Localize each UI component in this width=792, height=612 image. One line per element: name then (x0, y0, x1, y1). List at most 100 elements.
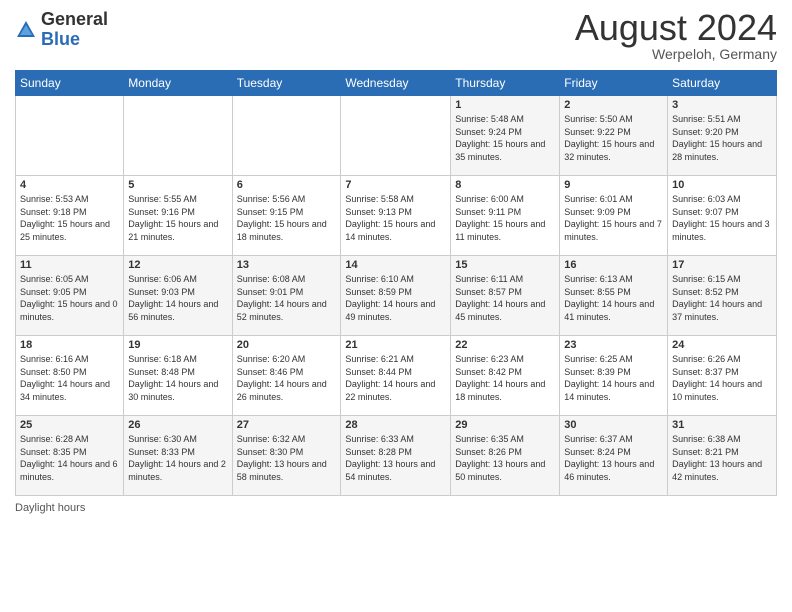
page: General Blue August 2024 Werpeloh, Germa… (0, 0, 792, 612)
day-number: 15 (455, 259, 555, 271)
day-info: Sunrise: 5:56 AM Sunset: 9:15 PM Dayligh… (237, 193, 337, 243)
day-info: Sunrise: 6:00 AM Sunset: 9:11 PM Dayligh… (455, 193, 555, 243)
calendar-cell: 27Sunrise: 6:32 AM Sunset: 8:30 PM Dayli… (232, 416, 341, 496)
day-number: 1 (455, 99, 555, 111)
calendar-cell: 2 Sunrise: 5:50 AM Sunset: 9:22 PM Daylig… (560, 96, 668, 176)
calendar-cell (16, 96, 124, 176)
day-number: 19 (128, 339, 227, 351)
calendar-cell: 11Sunrise: 6:05 AM Sunset: 9:05 PM Dayli… (16, 256, 124, 336)
footer: Daylight hours (15, 502, 777, 514)
day-number: 26 (128, 419, 227, 431)
day-info: Sunrise: 5:51 AM Sunset: 9:20 PM Dayligh… (672, 113, 772, 163)
calendar-cell (232, 96, 341, 176)
calendar-cell (124, 96, 232, 176)
calendar-cell: 31 Sunrise: 6:38 AM Sunset: 8:21 PM Dayli… (668, 416, 777, 496)
calendar-cell: 15 Sunrise: 6:11 AM Sunset: 8:57 PM Dayli… (451, 256, 560, 336)
calendar-table: SundayMondayTuesdayWednesdayThursdayFrid… (15, 70, 777, 496)
calendar-cell: 17 Sunrise: 6:15 AM Sunset: 8:52 PM Dayli… (668, 256, 777, 336)
calendar-header-friday: Friday (560, 71, 668, 96)
day-number: 27 (237, 419, 337, 431)
location: Werpeloh, Germany (575, 46, 777, 62)
calendar-cell: 4Sunrise: 5:53 AM Sunset: 9:18 PM Daylig… (16, 176, 124, 256)
daylight-label: Daylight hours (15, 502, 85, 514)
calendar-cell: 18Sunrise: 6:16 AM Sunset: 8:50 PM Dayli… (16, 336, 124, 416)
day-info: Sunrise: 5:55 AM Sunset: 9:16 PM Dayligh… (128, 193, 227, 243)
day-info: Sunrise: 6:23 AM Sunset: 8:42 PM Dayligh… (455, 353, 555, 403)
calendar-week-row: 4Sunrise: 5:53 AM Sunset: 9:18 PM Daylig… (16, 176, 777, 256)
day-info: Sunrise: 6:11 AM Sunset: 8:57 PM Dayligh… (455, 273, 555, 323)
calendar-cell: 14 Sunrise: 6:10 AM Sunset: 8:59 PM Dayli… (341, 256, 451, 336)
calendar-header-saturday: Saturday (668, 71, 777, 96)
title-block: August 2024 Werpeloh, Germany (575, 10, 777, 62)
day-info: Sunrise: 6:08 AM Sunset: 9:01 PM Dayligh… (237, 273, 337, 323)
day-number: 31 (672, 419, 772, 431)
day-info: Sunrise: 5:48 AM Sunset: 9:24 PM Dayligh… (455, 113, 555, 163)
logo-blue: Blue (41, 29, 80, 49)
calendar-week-row: 18Sunrise: 6:16 AM Sunset: 8:50 PM Dayli… (16, 336, 777, 416)
day-info: Sunrise: 6:20 AM Sunset: 8:46 PM Dayligh… (237, 353, 337, 403)
calendar-cell: 13 Sunrise: 6:08 AM Sunset: 9:01 PM Dayli… (232, 256, 341, 336)
day-info: Sunrise: 6:03 AM Sunset: 9:07 PM Dayligh… (672, 193, 772, 243)
calendar-cell: 12 Sunrise: 6:06 AM Sunset: 9:03 PM Dayli… (124, 256, 232, 336)
day-info: Sunrise: 6:28 AM Sunset: 8:35 PM Dayligh… (20, 433, 119, 483)
calendar-cell: 28Sunrise: 6:33 AM Sunset: 8:28 PM Dayli… (341, 416, 451, 496)
day-info: Sunrise: 6:38 AM Sunset: 8:21 PM Dayligh… (672, 433, 772, 483)
day-info: Sunrise: 6:15 AM Sunset: 8:52 PM Dayligh… (672, 273, 772, 323)
calendar-cell: 26 Sunrise: 6:30 AM Sunset: 8:33 PM Dayli… (124, 416, 232, 496)
logo-general: General (41, 9, 108, 29)
day-info: Sunrise: 6:10 AM Sunset: 8:59 PM Dayligh… (345, 273, 446, 323)
calendar-cell: 1 Sunrise: 5:48 AM Sunset: 9:24 PM Daylig… (451, 96, 560, 176)
calendar-cell: 6 Sunrise: 5:56 AM Sunset: 9:15 PM Daylig… (232, 176, 341, 256)
calendar-cell: 21Sunrise: 6:21 AM Sunset: 8:44 PM Dayli… (341, 336, 451, 416)
day-number: 2 (564, 99, 663, 111)
calendar-cell: 22 Sunrise: 6:23 AM Sunset: 8:42 PM Dayli… (451, 336, 560, 416)
calendar-cell: 25 Sunrise: 6:28 AM Sunset: 8:35 PM Dayli… (16, 416, 124, 496)
day-info: Sunrise: 6:18 AM Sunset: 8:48 PM Dayligh… (128, 353, 227, 403)
day-number: 30 (564, 419, 663, 431)
day-info: Sunrise: 6:01 AM Sunset: 9:09 PM Dayligh… (564, 193, 663, 243)
calendar-header-monday: Monday (124, 71, 232, 96)
day-number: 12 (128, 259, 227, 271)
day-number: 8 (455, 179, 555, 191)
day-info: Sunrise: 6:06 AM Sunset: 9:03 PM Dayligh… (128, 273, 227, 323)
calendar-week-row: 1 Sunrise: 5:48 AM Sunset: 9:24 PM Daylig… (16, 96, 777, 176)
day-info: Sunrise: 5:53 AM Sunset: 9:18 PM Dayligh… (20, 193, 119, 243)
day-number: 29 (455, 419, 555, 431)
calendar-cell: 24 Sunrise: 6:26 AM Sunset: 8:37 PM Dayli… (668, 336, 777, 416)
day-number: 10 (672, 179, 772, 191)
calendar-week-row: 11Sunrise: 6:05 AM Sunset: 9:05 PM Dayli… (16, 256, 777, 336)
day-info: Sunrise: 6:37 AM Sunset: 8:24 PM Dayligh… (564, 433, 663, 483)
logo-icon (15, 19, 37, 41)
day-info: Sunrise: 6:35 AM Sunset: 8:26 PM Dayligh… (455, 433, 555, 483)
day-number: 14 (345, 259, 446, 271)
day-info: Sunrise: 6:26 AM Sunset: 8:37 PM Dayligh… (672, 353, 772, 403)
day-info: Sunrise: 6:13 AM Sunset: 8:55 PM Dayligh… (564, 273, 663, 323)
calendar-cell: 5 Sunrise: 5:55 AM Sunset: 9:16 PM Daylig… (124, 176, 232, 256)
day-number: 18 (20, 339, 119, 351)
day-number: 23 (564, 339, 663, 351)
day-info: Sunrise: 6:21 AM Sunset: 8:44 PM Dayligh… (345, 353, 446, 403)
header: General Blue August 2024 Werpeloh, Germa… (15, 10, 777, 62)
day-number: 22 (455, 339, 555, 351)
calendar-cell: 16Sunrise: 6:13 AM Sunset: 8:55 PM Dayli… (560, 256, 668, 336)
day-info: Sunrise: 5:50 AM Sunset: 9:22 PM Dayligh… (564, 113, 663, 163)
calendar-header-thursday: Thursday (451, 71, 560, 96)
day-info: Sunrise: 6:05 AM Sunset: 9:05 PM Dayligh… (20, 273, 119, 323)
calendar-header-tuesday: Tuesday (232, 71, 341, 96)
day-number: 13 (237, 259, 337, 271)
day-number: 25 (20, 419, 119, 431)
logo-text: General Blue (41, 10, 108, 50)
day-number: 6 (237, 179, 337, 191)
day-number: 24 (672, 339, 772, 351)
calendar-header-wednesday: Wednesday (341, 71, 451, 96)
day-number: 9 (564, 179, 663, 191)
calendar-cell: 10 Sunrise: 6:03 AM Sunset: 9:07 PM Dayli… (668, 176, 777, 256)
day-info: Sunrise: 5:58 AM Sunset: 9:13 PM Dayligh… (345, 193, 446, 243)
day-info: Sunrise: 6:30 AM Sunset: 8:33 PM Dayligh… (128, 433, 227, 483)
calendar-cell: 19 Sunrise: 6:18 AM Sunset: 8:48 PM Dayli… (124, 336, 232, 416)
day-number: 17 (672, 259, 772, 271)
day-info: Sunrise: 6:25 AM Sunset: 8:39 PM Dayligh… (564, 353, 663, 403)
day-number: 5 (128, 179, 227, 191)
calendar-cell: 7Sunrise: 5:58 AM Sunset: 9:13 PM Daylig… (341, 176, 451, 256)
calendar-cell: 9 Sunrise: 6:01 AM Sunset: 9:09 PM Daylig… (560, 176, 668, 256)
